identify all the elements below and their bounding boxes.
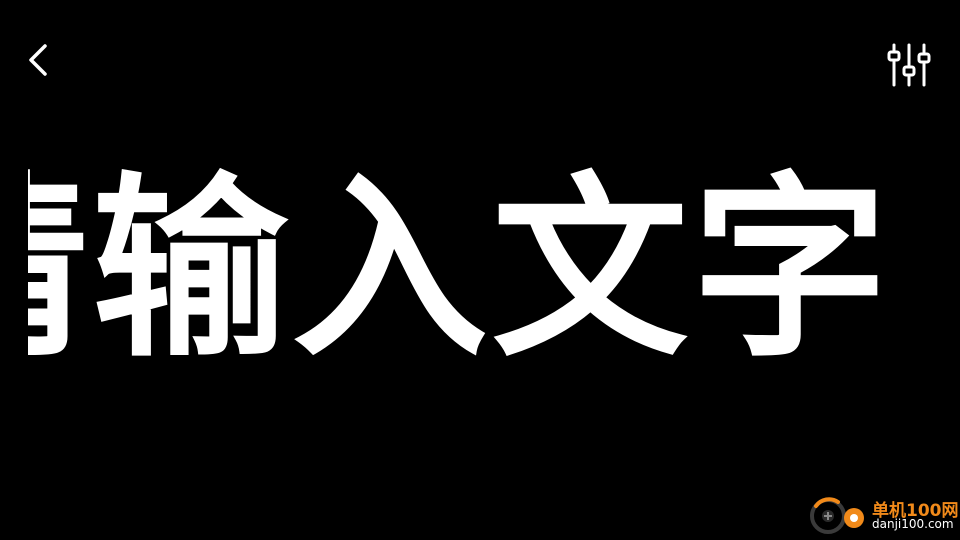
site-url: danji100.com — [872, 517, 954, 531]
settings-button[interactable] — [884, 42, 934, 88]
marquee-viewport: 请输入文字 — [28, 150, 960, 390]
site-logo-icon — [810, 497, 864, 534]
sliders-icon — [887, 43, 931, 87]
site-watermark: 单机100网 danji100.com — [808, 492, 959, 538]
back-button[interactable] — [18, 40, 58, 80]
chevron-left-icon — [29, 44, 47, 76]
led-marquee-screen: 请输入文字 单机100网 danji100.com — [0, 0, 960, 540]
marquee-text: 请输入文字 — [28, 156, 893, 384]
